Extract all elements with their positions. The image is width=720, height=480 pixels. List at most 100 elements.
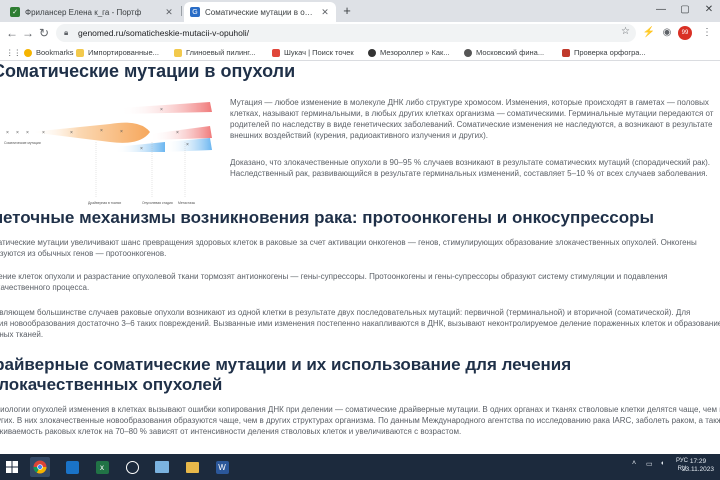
svg-text:×: × <box>16 130 19 136</box>
site-favicon-icon <box>464 48 472 57</box>
folder-icon <box>185 461 199 473</box>
figure-label: Метастазы <box>178 201 196 205</box>
extension-icon[interactable]: ⚡ <box>642 26 656 40</box>
site-favicon-icon <box>272 48 280 57</box>
bookmark-label: Московский фина... <box>476 48 545 57</box>
lock-icon: 🔒︎ <box>64 28 69 37</box>
clock-date: 23.11.2023 <box>681 466 714 473</box>
extension-icon[interactable]: ◉ <box>660 26 674 40</box>
tumor-clone-shape <box>30 122 150 143</box>
word-icon: W <box>215 460 229 474</box>
intro-paragraph: Доказано, что злокачественные опухоли в … <box>230 158 710 178</box>
bookmark-item[interactable]: Московский фина... <box>464 46 556 59</box>
tab-title: Фрилансер Елена к_га - Портф <box>25 7 142 17</box>
bookmark-label: Импортированные... <box>88 48 159 57</box>
windows-taskbar: x W ˄ ▭ ◖ РУС RU 17:29 23.11.2023 <box>0 454 720 480</box>
clock-time: 17:29 <box>689 458 707 465</box>
close-tab-icon[interactable]: ✕ <box>164 7 174 18</box>
section-paragraph: Деление клеток опухоли и разрастание опу… <box>0 272 668 292</box>
figure-label: Драйверная в тканях <box>88 201 121 205</box>
reload-icon[interactable]: ↻ <box>36 25 52 41</box>
bookmark-item[interactable]: Проверка орфогра... <box>562 46 658 59</box>
section-heading: Драйверные соматические мутации и их исп… <box>0 355 572 374</box>
notification-badge[interactable]: 99 <box>678 26 692 40</box>
bookmark-item[interactable]: Импортированные... <box>76 46 168 59</box>
svg-text:×: × <box>26 130 29 136</box>
address-bar[interactable]: 🔒︎ genomed.ru/somaticheskie-mutacii-v-op… <box>56 24 636 42</box>
svg-text:×: × <box>42 130 45 136</box>
taskbar-app[interactable] <box>62 457 82 477</box>
section-paragraph: В подавляющем большинстве случаев раковы… <box>0 308 720 339</box>
globe-app-icon <box>65 460 79 474</box>
tray-chevron-icon[interactable]: ˄ <box>632 460 636 467</box>
svg-text:×: × <box>100 128 103 134</box>
windows-logo-icon <box>6 461 18 473</box>
start-button[interactable] <box>2 457 22 477</box>
figure-label-origin: Соматические мутации <box>4 141 41 145</box>
svg-text:×: × <box>140 146 143 152</box>
svg-text:×: × <box>160 107 163 113</box>
close-window-icon[interactable]: ✕ <box>700 3 718 17</box>
image-viewer-icon <box>155 461 169 473</box>
section-heading: Клеточные механизмы возникновения рака: … <box>0 208 655 227</box>
section-paragraph: Соматические мутации увеличивают шанс пр… <box>0 238 697 258</box>
forward-icon[interactable]: → <box>20 25 36 41</box>
site-favicon-icon <box>562 48 570 57</box>
web-page: Соматические мутации в опухоли × × × × ×… <box>0 61 720 454</box>
bookmark-label: Проверка орфогра... <box>574 48 646 57</box>
bookmark-item[interactable]: Шукач | Поиск точек <box>272 46 364 59</box>
freelance-favicon-icon: ✓ <box>10 7 20 17</box>
tab-divider <box>181 6 182 16</box>
bookmarks-bar: ⋮⋮ Bookmarks Импортированные... Глиноевы… <box>0 44 720 61</box>
section-heading: злокачественных опухолей <box>0 375 223 394</box>
taskbar-app[interactable] <box>122 457 142 477</box>
tab-title: Соматические мутации в опухо <box>205 7 316 17</box>
tab-somatic-mutations[interactable]: G Соматические мутации в опухо ✕ <box>184 2 336 22</box>
new-tab-button[interactable]: + <box>340 4 354 18</box>
bookmark-label: Шукач | Поиск точек <box>284 48 354 57</box>
close-tab-icon[interactable]: ✕ <box>320 7 330 18</box>
red-subclone-shape <box>150 126 212 140</box>
svg-text:×: × <box>120 129 123 135</box>
excel-icon: x <box>95 460 109 474</box>
folder-icon <box>174 48 182 57</box>
bookmark-label: Bookmarks <box>36 48 74 57</box>
clock-app-icon <box>125 460 139 474</box>
chrome-icon <box>33 460 47 474</box>
taskbar-clock[interactable]: 17:29 23.11.2023 <box>682 458 714 474</box>
bookmark-label: Глиноевый пилинг... <box>186 48 256 57</box>
screen: ✓ Фрилансер Елена к_га - Портф ✕ G Сомат… <box>0 0 720 480</box>
bookmark-item[interactable]: Мезороллер » Как... <box>368 46 460 59</box>
taskbar-app[interactable] <box>152 457 172 477</box>
bookmark-item[interactable]: Bookmarks <box>24 46 74 59</box>
tab-freelancer[interactable]: ✓ Фрилансер Елена к_га - Портф ✕ <box>4 2 180 22</box>
taskbar-chrome[interactable] <box>30 457 50 477</box>
menu-icon[interactable]: ⋮ <box>700 26 714 40</box>
genomed-favicon-icon: G <box>190 7 200 17</box>
minimize-icon[interactable]: — <box>652 3 670 17</box>
maximize-icon[interactable]: ▢ <box>676 3 694 17</box>
bookmark-label: Мезороллер » Как... <box>380 48 450 57</box>
network-icon[interactable]: ▭ <box>646 460 653 468</box>
taskbar-app[interactable]: x <box>92 457 112 477</box>
figure-label: Опухолевая стадия <box>142 201 173 205</box>
url-text: genomed.ru/somaticheskie-mutacii-v-opuho… <box>78 28 250 38</box>
site-favicon-icon <box>368 48 376 57</box>
page-title: Соматические мутации в опухоли <box>0 61 296 81</box>
svg-text:×: × <box>176 130 179 136</box>
svg-text:×: × <box>186 142 189 148</box>
folder-icon <box>76 48 84 57</box>
red-subclone-shape <box>120 102 212 114</box>
apps-icon[interactable]: ⋮⋮ <box>6 46 21 59</box>
svg-text:×: × <box>70 130 73 136</box>
tumor-evolution-diagram: × × × × × × × × × × × Соматические мутации Драй… <box>4 102 212 205</box>
volume-icon[interactable]: ◖ <box>660 460 664 467</box>
back-icon[interactable]: ← <box>4 25 20 41</box>
svg-text:×: × <box>6 130 9 136</box>
taskbar-app[interactable] <box>182 457 202 477</box>
tab-strip: ✓ Фрилансер Елена к_га - Портф ✕ G Сомат… <box>0 0 720 22</box>
bookmark-star-icon[interactable]: ☆ <box>621 26 630 37</box>
bookmark-item[interactable]: Глиноевый пилинг... <box>174 46 266 59</box>
section-paragraph: В биологии опухолей изменения в клетках … <box>0 405 720 436</box>
taskbar-word[interactable]: W <box>212 457 232 477</box>
